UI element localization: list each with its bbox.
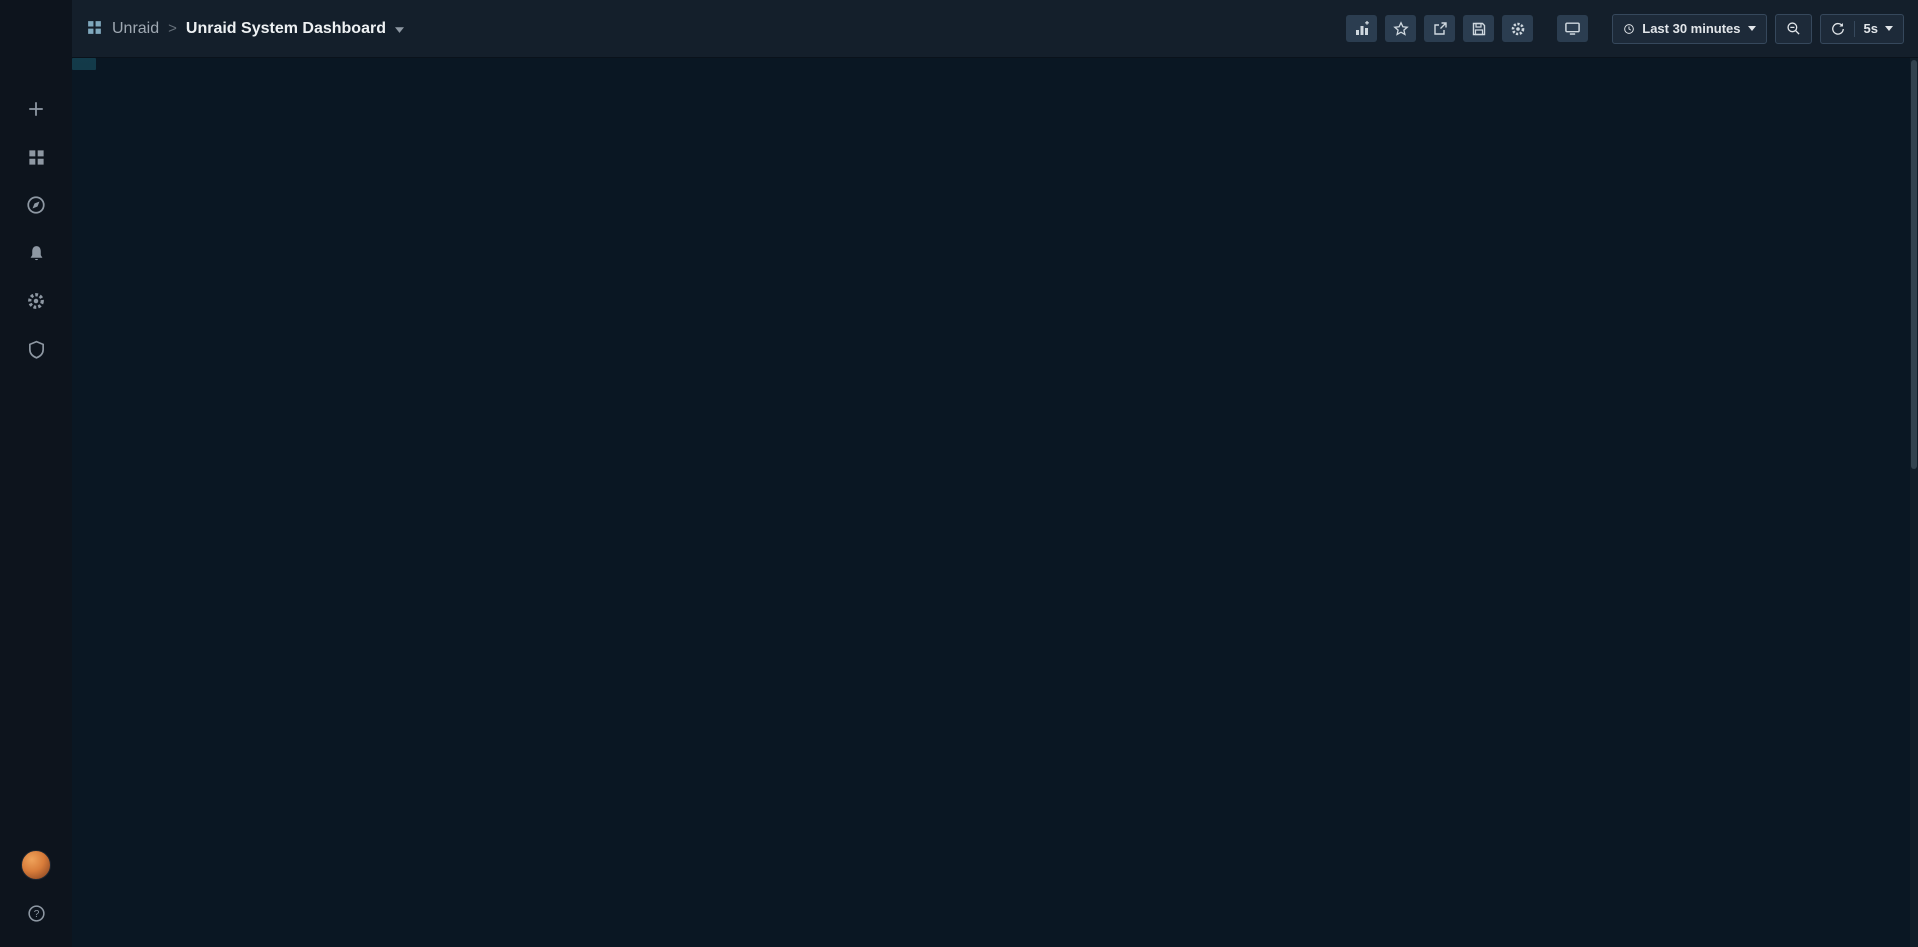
grafana-logo-icon[interactable] xyxy=(13,13,59,63)
zoom-out-time-button[interactable] xyxy=(1775,14,1812,44)
zoom-out-icon xyxy=(1786,21,1801,36)
main-area: Unraid > Unraid System Dashboard Last 30… xyxy=(72,0,1918,947)
refresh-picker[interactable]: 5s xyxy=(1820,14,1904,44)
dashboard-title[interactable]: Unraid System Dashboard xyxy=(186,20,386,38)
create-icon[interactable] xyxy=(13,88,59,130)
cycle-view-mode-button[interactable] xyxy=(1557,15,1588,42)
top-navbar: Unraid > Unraid System Dashboard Last 30… xyxy=(72,0,1918,58)
sidebar xyxy=(0,0,72,947)
breadcrumb: Unraid > Unraid System Dashboard xyxy=(86,19,404,39)
time-range-picker[interactable]: Last 30 minutes xyxy=(1612,14,1766,44)
breadcrumb-separator: > xyxy=(168,20,177,37)
dashboard-settings-button[interactable] xyxy=(1502,15,1533,42)
dashboard-canvas: kWh Price 0.65 Currency kr UPS Max Outpu… xyxy=(72,58,96,70)
grafana-app: Unraid > Unraid System Dashboard Last 30… xyxy=(0,0,1918,947)
chevron-down-icon xyxy=(1748,26,1756,31)
nav-actions: Last 30 minutes 5s xyxy=(1346,14,1904,44)
save-dashboard-button[interactable] xyxy=(1463,15,1494,42)
refresh-icon xyxy=(1831,22,1845,36)
share-dashboard-button[interactable] xyxy=(1424,15,1455,42)
clock-icon xyxy=(1623,23,1635,35)
configuration-gear-icon[interactable] xyxy=(13,280,59,322)
chevron-down-icon xyxy=(1885,26,1893,31)
admin-shield-icon[interactable] xyxy=(13,328,59,370)
add-panel-button[interactable] xyxy=(1346,15,1377,42)
dashboards-icon[interactable] xyxy=(13,136,59,178)
star-dashboard-button[interactable] xyxy=(1385,15,1416,42)
title-caret-icon[interactable] xyxy=(395,21,404,36)
dashboard-grid-icon xyxy=(86,19,103,39)
time-range-label: Last 30 minutes xyxy=(1642,21,1740,36)
help-icon[interactable] xyxy=(13,892,59,934)
refresh-interval-label: 5s xyxy=(1864,21,1878,36)
breadcrumb-folder[interactable]: Unraid xyxy=(112,20,159,38)
explore-compass-icon[interactable] xyxy=(13,184,59,226)
page-scrollbar[interactable] xyxy=(1910,58,1918,947)
scrollbar-thumb[interactable] xyxy=(1911,60,1917,469)
alerting-bell-icon[interactable] xyxy=(13,232,59,274)
user-avatar[interactable] xyxy=(13,844,59,886)
